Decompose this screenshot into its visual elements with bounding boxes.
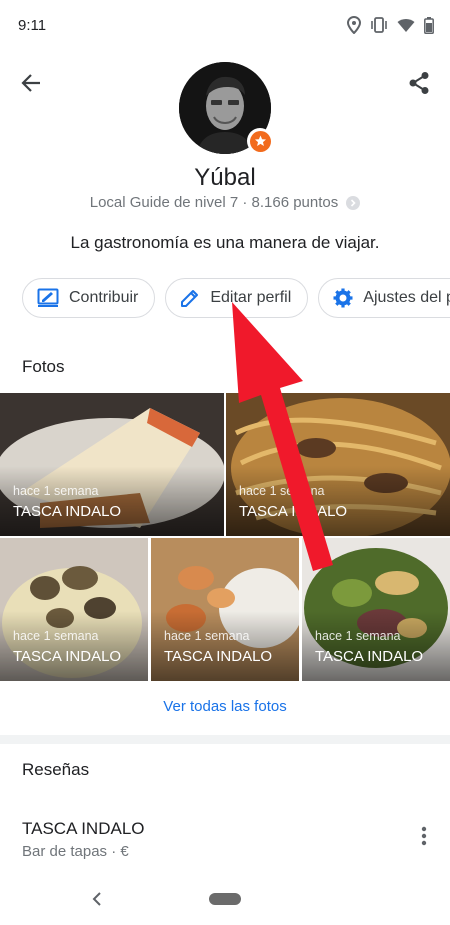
status-bar: 9:11 [0, 0, 450, 52]
edit-profile-button[interactable]: Editar perfil [165, 278, 309, 318]
photo-tile[interactable]: hace 1 semana TASCA INDALO [226, 393, 450, 536]
section-divider [0, 735, 450, 744]
photo-tile[interactable]: hace 1 semana TASCA INDALO [302, 538, 450, 681]
settings-icon [333, 288, 353, 308]
action-chips: Contribuir Editar perfil Ajustes del p [22, 278, 450, 318]
profile-level-row[interactable]: Local Guide de nivel 7 · 8.166 puntos [0, 194, 450, 211]
photo-time: hace 1 semana [315, 629, 401, 643]
photo-tile[interactable]: hace 1 semana TASCA INDALO [0, 538, 148, 681]
back-button[interactable] [16, 70, 46, 100]
photo-time: hace 1 semana [13, 629, 99, 643]
more-options-button[interactable] [416, 826, 432, 850]
photo-place: TASCA INDALO [239, 503, 348, 520]
wifi-icon [397, 18, 415, 33]
profile-name: Yúbal [194, 164, 256, 191]
profile-avatar[interactable] [179, 62, 273, 154]
photo-time: hace 1 semana [164, 629, 250, 643]
more-vert-icon [421, 826, 427, 851]
local-guide-star-icon [249, 130, 271, 152]
photo-place: TASCA INDALO [13, 503, 122, 520]
see-all-photos-link[interactable]: Ver todas las fotos [0, 698, 450, 715]
photo-time: hace 1 semana [239, 484, 325, 498]
nav-back-button[interactable] [89, 890, 107, 908]
photo-place: TASCA INDALO [164, 648, 273, 665]
contribute-button[interactable]: Contribuir [22, 278, 156, 318]
system-nav-bar [0, 876, 450, 925]
status-icons [347, 16, 434, 34]
arrow-back-icon [21, 73, 41, 98]
location-icon [347, 16, 361, 34]
battery-icon [424, 16, 434, 34]
contribute-label: Contribuir [69, 289, 139, 306]
photos-grid: hace 1 semana TASCA INDALO hace 1 semana… [0, 393, 450, 681]
profile-bio: La gastronomía es una manera de viajar. [70, 233, 380, 252]
edit-profile-label: Editar perfil [210, 289, 292, 306]
share-button[interactable] [404, 70, 434, 100]
local-guide-badge [247, 128, 273, 154]
photo-time: hace 1 semana [13, 484, 99, 498]
chevron-left-icon [89, 892, 107, 912]
nav-home-pill[interactable] [209, 893, 241, 905]
vibrate-icon [370, 17, 388, 33]
photo-tile[interactable]: hace 1 semana TASCA INDALO [151, 538, 299, 681]
photos-section-title: Fotos [22, 357, 65, 376]
review-place-name[interactable]: TASCA INDALO [22, 819, 145, 839]
settings-label: Ajustes del p [363, 289, 450, 306]
photo-place: TASCA INDALO [13, 648, 122, 665]
photo-tile[interactable]: hace 1 semana TASCA INDALO [0, 393, 224, 536]
review-place-category: Bar de tapas · € [22, 843, 129, 860]
reviews-section-title: Reseñas [22, 760, 90, 779]
contribute-icon [37, 288, 59, 308]
chevron-right-icon [346, 195, 361, 210]
edit-icon [180, 288, 200, 308]
share-icon [408, 71, 430, 100]
profile-level-text: Local Guide de nivel 7 · 8.166 puntos [89, 194, 339, 211]
status-time: 9:11 [18, 17, 47, 34]
photo-place: TASCA INDALO [315, 648, 424, 665]
settings-button[interactable]: Ajustes del p [318, 278, 450, 318]
